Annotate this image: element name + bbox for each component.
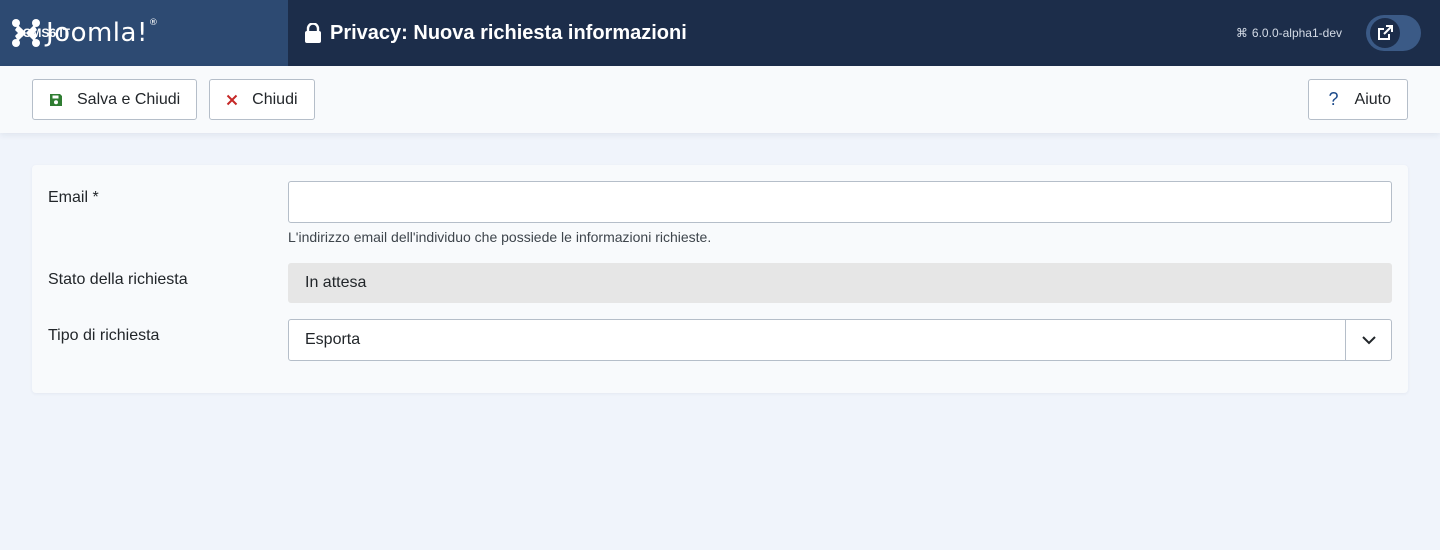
close-button[interactable]: Chiudi bbox=[209, 79, 315, 120]
email-hint: L'indirizzo email dell'individuo che pos… bbox=[288, 229, 712, 245]
version-text: 6.0.0-alpha1-dev bbox=[1251, 26, 1342, 40]
status-field: In attesa bbox=[288, 263, 1392, 303]
save-close-label: Salva e Chiudi bbox=[77, 90, 181, 108]
external-link-icon bbox=[1370, 18, 1400, 48]
request-type-value: Esporta bbox=[305, 331, 361, 348]
save-close-button[interactable]: Salva e Chiudi bbox=[32, 79, 198, 120]
page-title: Privacy: Nuova richiesta informazioni bbox=[330, 21, 687, 44]
help-label: Aiuto bbox=[1354, 90, 1391, 108]
site-link-button[interactable]: JCMS6 IT bbox=[16, 15, 1421, 51]
lock-icon bbox=[304, 23, 330, 43]
page-title-area: Privacy: Nuova richiesta informazioni bbox=[304, 22, 1236, 45]
email-label: Email * bbox=[48, 189, 99, 206]
save-icon bbox=[49, 93, 63, 107]
close-label: Chiudi bbox=[252, 90, 298, 108]
toolbar: Salva e Chiudi Chiudi ? Aiuto bbox=[0, 66, 1440, 133]
chevron-down-icon[interactable] bbox=[1345, 320, 1391, 360]
form-card: Email * L'indirizzo email dell'individuo… bbox=[32, 165, 1408, 393]
help-button[interactable]: ? Aiuto bbox=[1307, 79, 1408, 120]
email-input[interactable] bbox=[288, 181, 1392, 223]
request-type-select[interactable]: Esporta bbox=[288, 319, 1392, 361]
request-type-label: Tipo di richiesta bbox=[48, 327, 160, 344]
joomla-small-icon: ⌘ bbox=[1235, 26, 1248, 40]
status-label: Stato della richiesta bbox=[48, 271, 188, 288]
close-icon bbox=[226, 94, 238, 106]
status-value: In attesa bbox=[305, 274, 367, 291]
header-bar: Joomla!® Privacy: Nuova richiesta inform… bbox=[0, 0, 1440, 66]
site-link-label: JCMS6 IT bbox=[16, 26, 71, 40]
version-info: ⌘ 6.0.0-alpha1-dev bbox=[1236, 26, 1342, 40]
question-icon: ? bbox=[1328, 89, 1339, 109]
